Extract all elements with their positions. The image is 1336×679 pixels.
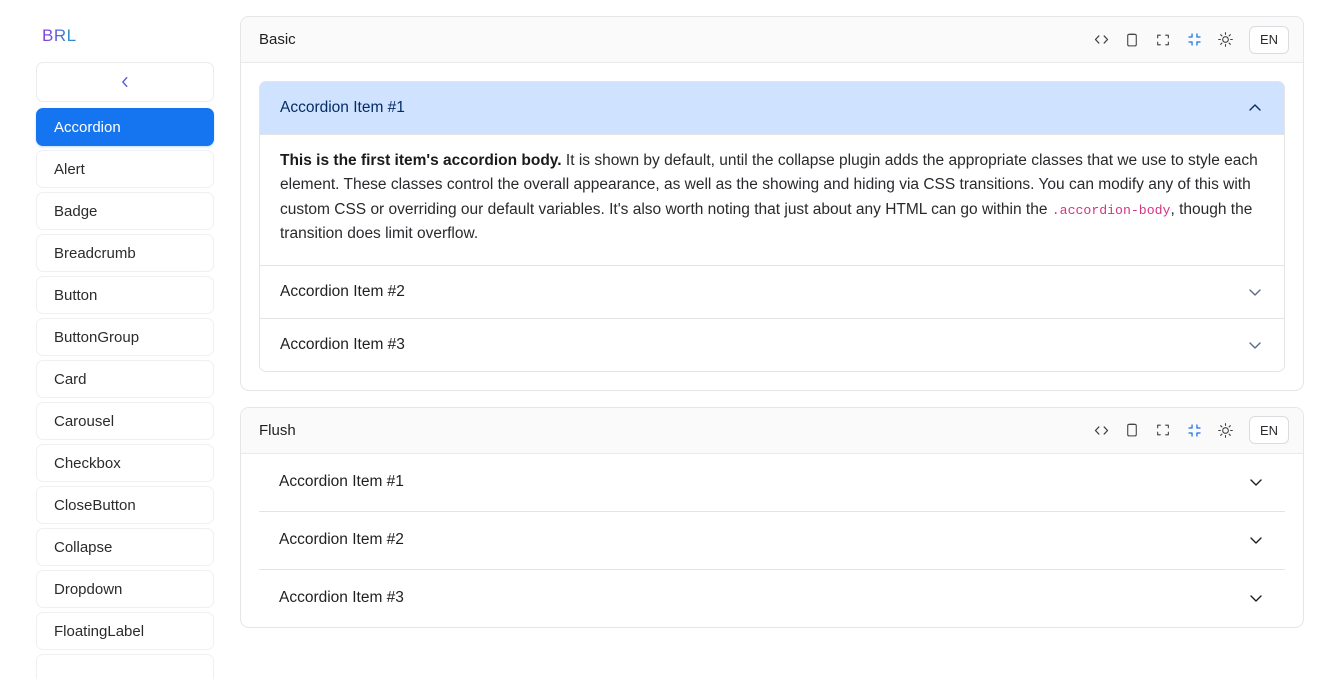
language-button[interactable]: EN [1249,25,1289,54]
sidebar-item-badge[interactable]: Badge [36,192,214,230]
accordion-flush: Accordion Item #1 Accordion Item #2 Acco… [259,453,1285,627]
sidebar-item-alert[interactable]: Alert [36,150,214,188]
brightness-icon[interactable] [1215,420,1235,440]
sidebar-item-label: Dropdown [54,580,123,598]
accordion-label: Accordion Item #2 [280,282,405,300]
brand-logo: BRL [36,16,214,56]
sidebar-item-label: Badge [54,202,98,220]
accordion-item: Accordion Item #2 [259,510,1285,569]
sidebar-item-label: Breadcrumb [54,244,136,262]
panel-header: Flush EN [241,407,1303,454]
sidebar-item-label: Checkbox [54,454,121,472]
accordion-item: Accordion Item #3 [260,317,1284,371]
sidebar-item-label: FloatingLabel [54,622,145,640]
sidebar-item-label: Collapse [54,538,113,556]
sidebar-item-label: Alert [54,160,85,178]
sidebar-item-accordion[interactable]: Accordion [36,108,214,146]
sidebar: BRL Accordion Alert Badge Breadcrumb But… [0,0,228,679]
chevron-left-icon [118,75,132,89]
sidebar-item-label: ButtonGroup [54,328,140,346]
sidebar-item-label: Carousel [54,412,115,430]
app-root: BRL Accordion Alert Badge Breadcrumb But… [0,0,1336,679]
sidebar-item-partial[interactable] [36,654,214,679]
accordion-body-lead: This is the first item's accordion body. [280,152,562,169]
sidebar-item-card[interactable]: Card [36,360,214,398]
compress-icon[interactable] [1184,420,1204,440]
fullscreen-icon[interactable] [1153,420,1173,440]
clipboard-icon[interactable] [1122,30,1142,50]
sidebar-item-label: Card [54,370,87,388]
panel-flush: Flush EN Accordion Item #1 Accordion Ite… [240,406,1304,628]
sidebar-item-buttongroup[interactable]: ButtonGroup [36,318,214,356]
panel-toolbar: EN [1091,416,1289,445]
clipboard-icon[interactable] [1122,420,1142,440]
accordion-flush-header-2[interactable]: Accordion Item #2 [259,511,1285,569]
sidebar-item-closebutton[interactable]: CloseButton [36,486,214,524]
sidebar-item-label: Accordion [54,118,121,136]
panel-title: Flush [259,421,296,439]
accordion-item: Accordion Item #1 This is the first item… [260,82,1284,265]
code-icon[interactable] [1091,30,1111,50]
sidebar-item-dropdown[interactable]: Dropdown [36,570,214,608]
sidebar-nav: Accordion Alert Badge Breadcrumb Button … [36,108,214,679]
accordion-item: Accordion Item #2 [260,264,1284,318]
fullscreen-icon[interactable] [1153,30,1173,50]
panel-toolbar: EN [1091,25,1289,54]
chevron-down-icon [1246,336,1264,354]
panel-basic: Basic EN Accordion Item #1 This is the f… [240,16,1304,391]
sidebar-item-checkbox[interactable]: Checkbox [36,444,214,482]
panel-header: Basic EN [241,17,1303,63]
sidebar-item-collapse[interactable]: Collapse [36,528,214,566]
chevron-up-icon [1246,99,1264,117]
accordion-label: Accordion Item #2 [279,531,404,549]
panel-body: Accordion Item #1 Accordion Item #2 Acco… [241,453,1303,627]
accordion-basic: Accordion Item #1 This is the first item… [259,81,1285,372]
sidebar-collapse-button[interactable] [36,62,214,102]
sidebar-item-label: CloseButton [54,496,136,514]
chevron-down-icon [1246,283,1264,301]
chevron-down-icon [1247,589,1265,607]
sidebar-item-carousel[interactable]: Carousel [36,402,214,440]
chevron-down-icon [1247,473,1265,491]
brand-label: BRL [42,26,77,45]
accordion-header-3[interactable]: Accordion Item #3 [260,318,1284,371]
panel-title: Basic [259,31,296,48]
chevron-down-icon [1247,531,1265,549]
panel-body: Accordion Item #1 This is the first item… [241,63,1303,390]
accordion-flush-header-3[interactable]: Accordion Item #3 [259,569,1285,627]
accordion-body-code: .accordion-body [1051,202,1171,218]
accordion-label: Accordion Item #1 [279,473,404,491]
language-button[interactable]: EN [1249,416,1289,445]
code-icon[interactable] [1091,420,1111,440]
sidebar-item-floatinglabel[interactable]: FloatingLabel [36,612,214,650]
accordion-header-1[interactable]: Accordion Item #1 [260,82,1284,134]
accordion-item: Accordion Item #3 [259,568,1285,627]
sidebar-item-label: Button [54,286,98,304]
compress-icon[interactable] [1184,30,1204,50]
main-content: Basic EN Accordion Item #1 This is the f… [228,0,1336,679]
accordion-body-1: This is the first item's accordion body.… [260,134,1284,265]
accordion-label: Accordion Item #3 [279,589,404,607]
accordion-item: Accordion Item #1 [259,453,1285,511]
accordion-header-2[interactable]: Accordion Item #2 [260,265,1284,318]
accordion-label: Accordion Item #1 [280,99,405,116]
sidebar-item-button[interactable]: Button [36,276,214,314]
brightness-icon[interactable] [1215,30,1235,50]
accordion-label: Accordion Item #3 [280,335,405,353]
accordion-flush-header-1[interactable]: Accordion Item #1 [259,453,1285,511]
sidebar-item-breadcrumb[interactable]: Breadcrumb [36,234,214,272]
